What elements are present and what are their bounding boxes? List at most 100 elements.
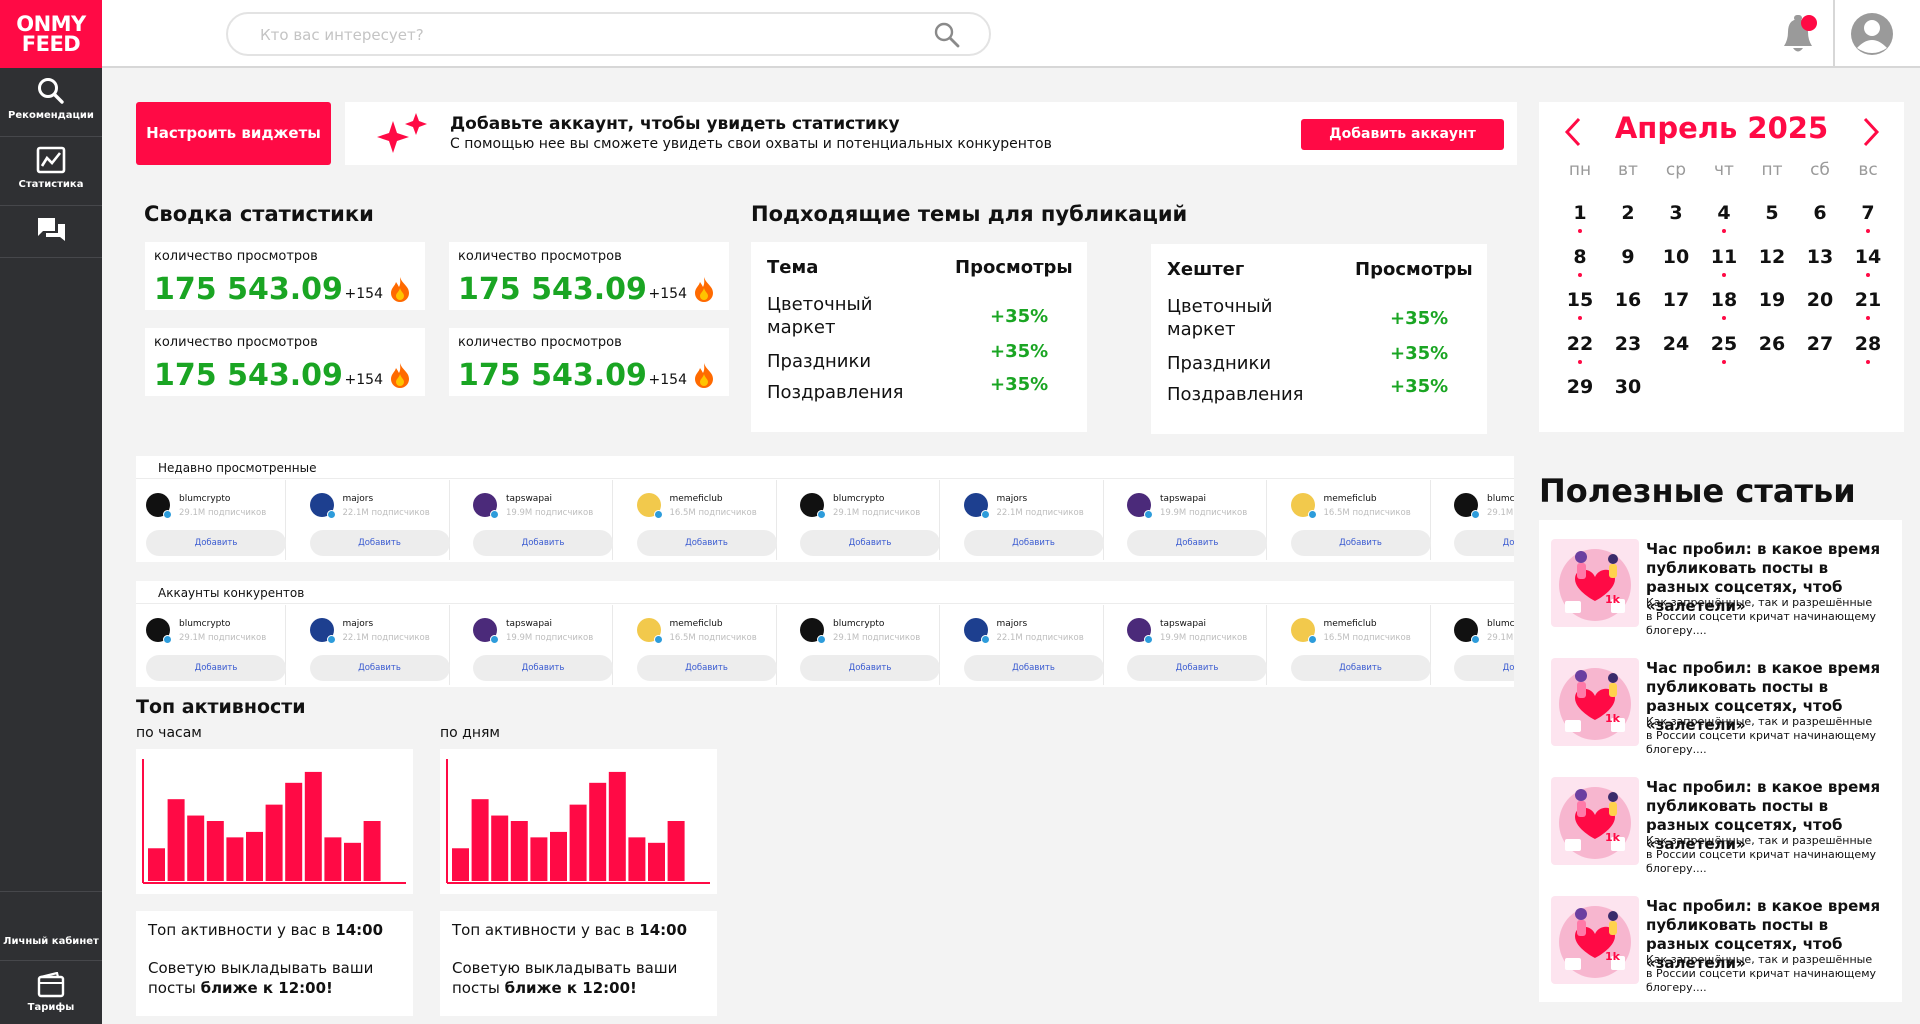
stat-value: 175 543.09 <box>154 358 343 393</box>
calendar-day[interactable]: 9 <box>1608 246 1648 268</box>
account-card[interactable]: tapswapai 19.9M подписчиков Добавить <box>1117 480 1267 560</box>
calendar-day[interactable]: 15 <box>1560 289 1600 311</box>
article-thumbnail[interactable]: 1k <box>1551 658 1639 746</box>
account-card[interactable]: blumcrypto 29.1M подписчиков Добавить <box>136 480 286 560</box>
calendar-day[interactable]: 18 <box>1704 289 1744 311</box>
calendar-day[interactable]: 7 <box>1848 202 1888 224</box>
account-card[interactable]: memeficlub 16.5M подписчиков Добавить <box>627 480 777 560</box>
calendar-day[interactable]: 14 <box>1848 246 1888 268</box>
add-account-button[interactable]: Добавить <box>963 530 1104 556</box>
calendar-day[interactable]: 20 <box>1800 289 1840 311</box>
calendar-day[interactable]: 12 <box>1752 246 1792 268</box>
add-account-button[interactable]: Добавить <box>473 530 613 556</box>
account-card[interactable]: blumcrypto 29.1M подписчиков Добавить <box>790 480 940 560</box>
calendar-day[interactable]: 13 <box>1800 246 1840 268</box>
calendar-day[interactable]: 26 <box>1752 333 1792 355</box>
advice-bold: ближе к 12:00! <box>504 979 637 997</box>
account-card[interactable]: majors 22.1M подписчиков Добавить <box>300 480 450 560</box>
user-avatar-icon[interactable] <box>1850 12 1894 56</box>
calendar-day[interactable]: 27 <box>1800 333 1840 355</box>
articles-title: Полезные статьи <box>1539 472 1856 510</box>
sidebar-item-statistics[interactable]: Статистика <box>0 137 102 206</box>
add-account-button[interactable]: Добавить <box>1127 655 1267 681</box>
verified-badge-icon <box>163 635 172 644</box>
article-badge: 1k <box>1605 831 1620 844</box>
article-illustration <box>1559 668 1631 740</box>
calendar-day[interactable]: 8 <box>1560 246 1600 268</box>
account-card[interactable]: majors 22.1M подписчиков Добавить <box>954 605 1104 685</box>
topic-name: Цветочный маркет <box>767 294 873 338</box>
calendar-day[interactable]: 19 <box>1752 289 1792 311</box>
account-card[interactable]: memeficlub 16.5M подписчиков Добавить <box>1281 480 1431 560</box>
add-account-button[interactable]: Добавить <box>309 530 450 556</box>
account-card[interactable]: blumcrypto 29.1M подписчиков Добавить <box>1444 605 1514 685</box>
event-dot <box>1866 229 1870 233</box>
account-card[interactable]: blumcrypto 29.1M подписчиков Добавить <box>790 605 940 685</box>
calendar-day[interactable]: 22 <box>1560 333 1600 355</box>
bar <box>569 804 587 881</box>
calendar-day[interactable]: 25 <box>1704 333 1744 355</box>
sidebar-item-tariffs[interactable]: Тарифы <box>0 961 102 1024</box>
account-card[interactable]: tapswapai 19.9M подписчиков Добавить <box>463 480 613 560</box>
account-card[interactable]: majors 22.1M подписчиков Добавить <box>954 480 1104 560</box>
sidebar-item-account[interactable]: Личный кабинет <box>0 891 102 961</box>
add-account-button[interactable]: Добавить <box>636 655 777 681</box>
add-account-button[interactable]: Добавить <box>1127 530 1267 556</box>
logo[interactable]: ONMY FEED <box>0 0 102 68</box>
add-account-button[interactable]: Добавить аккаунт <box>1301 119 1504 150</box>
calendar-day[interactable]: 24 <box>1656 333 1696 355</box>
add-account-button[interactable]: Добавить <box>800 530 940 556</box>
calendar-day[interactable]: 2 <box>1608 202 1648 224</box>
calendar-day[interactable]: 1 <box>1560 202 1600 224</box>
search-icon[interactable] <box>933 21 961 49</box>
add-account-button[interactable]: Добавить <box>1454 655 1514 681</box>
account-card[interactable]: blumcrypto 29.1M подписчиков Добавить <box>136 605 286 685</box>
articles-list: 1k Час пробил: в какое время публиковать … <box>1539 520 1902 1002</box>
article-thumbnail[interactable]: 1k <box>1551 896 1639 984</box>
article-thumbnail[interactable]: 1k <box>1551 539 1639 627</box>
calendar-day[interactable]: 10 <box>1656 246 1696 268</box>
add-account-button[interactable]: Добавить <box>800 655 940 681</box>
add-account-button[interactable]: Добавить <box>1290 655 1431 681</box>
add-account-button[interactable]: Добавить <box>1290 530 1431 556</box>
calendar-day[interactable]: 5 <box>1752 202 1792 224</box>
add-account-button[interactable]: Добавить <box>1454 530 1514 556</box>
event-dot <box>1722 272 1726 277</box>
sidebar-item-chat[interactable] <box>0 206 102 258</box>
search-input[interactable]: Кто вас интересует? <box>226 12 991 56</box>
account-name: tapswapai <box>506 619 553 629</box>
calendar-day[interactable]: 28 <box>1848 333 1888 355</box>
add-account-button[interactable]: Добавить <box>146 530 286 556</box>
calendar-day[interactable]: 30 <box>1608 376 1648 398</box>
account-card[interactable]: majors 22.1M подписчиков Добавить <box>300 605 450 685</box>
weekday-label: вт <box>1618 160 1638 180</box>
add-account-button[interactable]: Добавить <box>636 530 777 556</box>
add-account-button[interactable]: Добавить <box>309 655 450 681</box>
configure-widgets-button[interactable]: Настроить виджеты <box>136 102 331 165</box>
add-account-button[interactable]: Добавить <box>146 655 286 681</box>
account-card[interactable]: tapswapai 19.9M подписчиков Добавить <box>463 605 613 685</box>
calendar-day[interactable]: 11 <box>1704 246 1744 268</box>
account-card[interactable]: memeficlub 16.5M подписчиков Добавить <box>627 605 777 685</box>
account-card[interactable]: blumcrypto 29.1M подписчиков Добавить <box>1444 480 1514 560</box>
account-subscribers: 19.9M подписчиков <box>506 633 594 643</box>
calendar-day[interactable]: 6 <box>1800 202 1840 224</box>
article-thumbnail[interactable]: 1k <box>1551 777 1639 865</box>
sidebar-item-recommendations[interactable]: Рекомендации <box>0 68 102 137</box>
event-dot <box>1866 359 1870 364</box>
topics-table: Тема Просмотры Цветочный маркет +35% Пра… <box>751 242 1087 432</box>
calendar-day[interactable]: 29 <box>1560 376 1600 398</box>
calendar-day[interactable]: 23 <box>1608 333 1648 355</box>
calendar-day[interactable]: 4 <box>1704 202 1744 224</box>
calendar-day[interactable]: 21 <box>1848 289 1888 311</box>
account-card[interactable]: memeficlub 16.5M подписчиков Добавить <box>1281 605 1431 685</box>
chevron-right-icon[interactable] <box>1861 116 1881 148</box>
account-card[interactable]: tapswapai 19.9M подписчиков Добавить <box>1117 605 1267 685</box>
calendar-day[interactable]: 17 <box>1656 289 1696 311</box>
bell-icon[interactable] <box>1776 10 1822 58</box>
add-account-button[interactable]: Добавить <box>473 655 613 681</box>
calendar-day[interactable]: 16 <box>1608 289 1648 311</box>
calendar-day[interactable]: 3 <box>1656 202 1696 224</box>
add-account-button[interactable]: Добавить <box>963 655 1104 681</box>
bar <box>167 799 185 881</box>
